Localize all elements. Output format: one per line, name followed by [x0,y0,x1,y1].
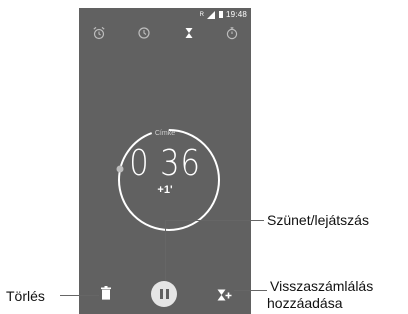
delete-button[interactable] [100,286,112,300]
timer-label[interactable]: Címke [79,130,251,137]
tab-clock[interactable] [136,25,152,41]
tab-bar [79,22,251,44]
annotation-add-timer-line2: hozzáadása [267,295,343,311]
callout-line-delete [60,295,99,296]
annotation-add-timer-line1: Visszaszámlálás [270,278,374,294]
callout-line-pause-h [165,220,264,221]
add-one-minute-button[interactable]: +1' [79,184,251,196]
callout-line-pause [165,220,166,281]
roaming-indicator: R [199,11,204,18]
pause-icon [159,289,163,299]
tab-stopwatch[interactable] [224,25,240,41]
hourglass-icon [185,28,193,38]
battery-icon [218,11,223,18]
alarm-icon [93,26,105,40]
annotation-delete: Törlés [6,288,45,304]
status-clock: 19:48 [225,10,247,19]
pause-play-button[interactable] [151,281,177,307]
timer-display: 0 36 [129,143,201,184]
stopwatch-icon [226,27,238,40]
callout-line-add [234,290,267,291]
status-bar: R 19:48 [79,8,251,22]
tab-alarm[interactable] [91,25,107,41]
signal-icon [206,10,215,19]
hourglass-plus-icon [217,289,232,301]
add-timer-button[interactable] [217,288,232,301]
tab-timer[interactable] [181,25,197,41]
clock-icon [138,27,150,39]
trash-icon [101,286,111,300]
annotation-pause-play: Szünet/lejátszás [267,212,369,228]
